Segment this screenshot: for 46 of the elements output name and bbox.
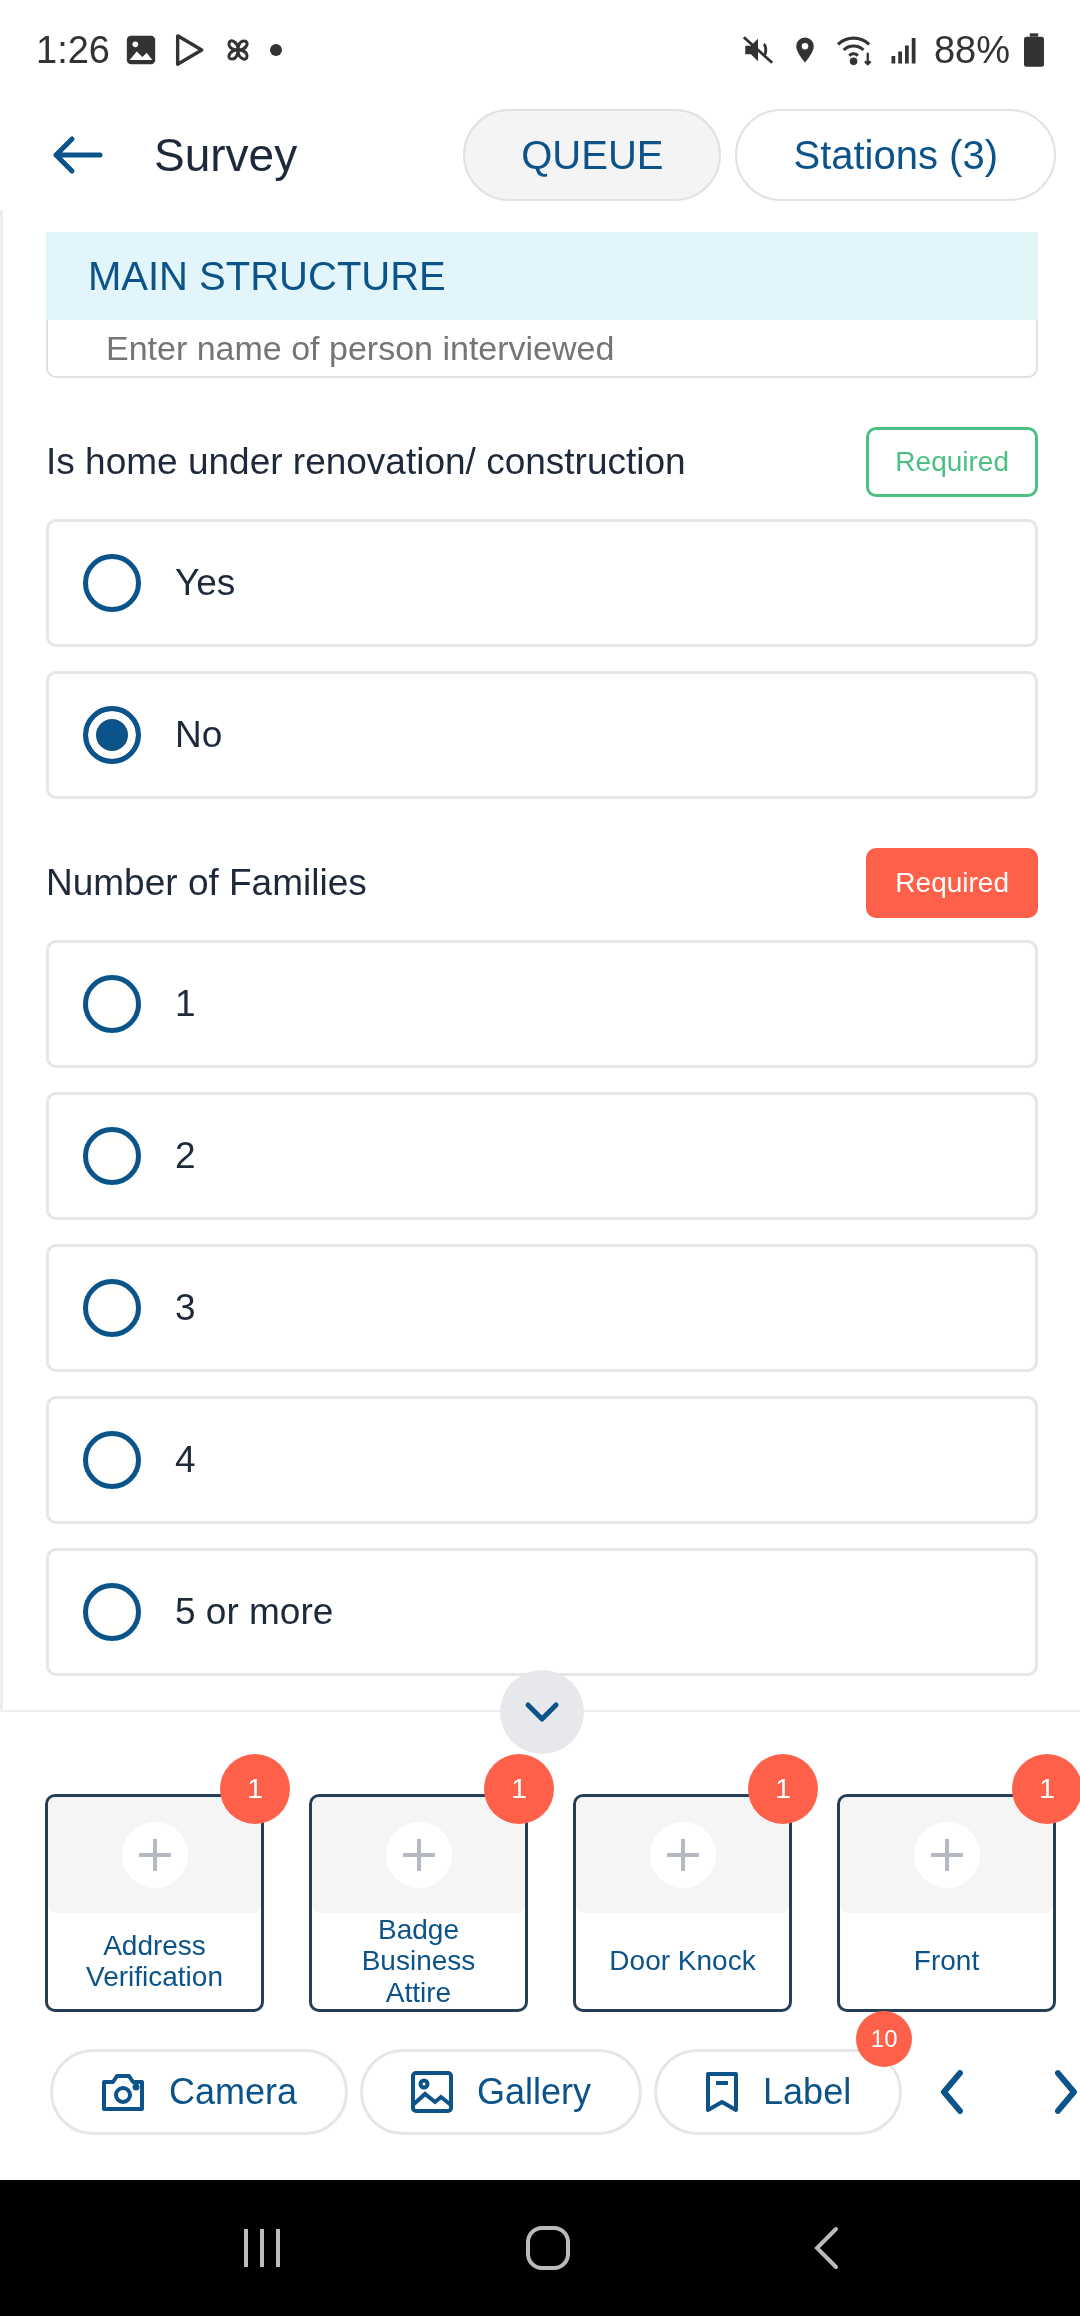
- action-button[interactable]: Gallery: [360, 2049, 643, 2135]
- question-label: Is home under renovation/ construction: [46, 441, 686, 483]
- section-header: MAIN STRUCTURE: [46, 232, 1038, 320]
- image-icon: [411, 2071, 454, 2113]
- count-badge: 10: [856, 2011, 913, 2067]
- next-icon[interactable]: [1052, 2069, 1080, 2115]
- back-icon[interactable]: [52, 135, 104, 175]
- battery-icon: [1024, 33, 1044, 67]
- option-row[interactable]: 4: [46, 1396, 1038, 1524]
- input-field[interactable]: Enter name of person interviewed: [46, 320, 1038, 378]
- option-row[interactable]: 3: [46, 1244, 1038, 1372]
- action-button[interactable]: Label: [654, 2049, 903, 2135]
- bookmark-icon: [705, 2071, 740, 2113]
- required-badge: Required: [866, 848, 1038, 918]
- option-row[interactable]: 5 or more: [46, 1548, 1038, 1676]
- action-button[interactable]: Camera: [50, 2049, 349, 2135]
- radio-button[interactable]: [83, 706, 141, 764]
- clock: 1:26: [36, 28, 110, 72]
- count-badge: 1: [220, 1754, 290, 1824]
- option-row[interactable]: Yes: [46, 519, 1038, 647]
- option-row[interactable]: 1: [46, 940, 1038, 1068]
- header-button[interactable]: QUEUE: [463, 109, 722, 201]
- required-badge: Required: [866, 427, 1038, 497]
- photo-slot-label: Front: [913, 1945, 980, 1977]
- count-badge: 1: [484, 1754, 554, 1824]
- home-icon[interactable]: [525, 2225, 571, 2271]
- camera-icon: [101, 2072, 145, 2112]
- header-button[interactable]: Stations (3): [735, 109, 1056, 201]
- radio-button[interactable]: [83, 975, 141, 1033]
- radio-button[interactable]: [83, 1127, 141, 1185]
- option-row[interactable]: 2: [46, 1092, 1038, 1220]
- count-badge: 1: [1012, 1754, 1080, 1824]
- count-badge: 1: [748, 1754, 818, 1824]
- photo-slot-label: Door Knock: [609, 1945, 756, 1977]
- question-label: Number of Families: [46, 862, 367, 904]
- radio-button[interactable]: [83, 554, 141, 612]
- screen-title: Survey: [154, 128, 299, 182]
- photo-slot-label: Badge Business Attire: [360, 1913, 477, 2009]
- battery-level: 88%: [933, 28, 1010, 72]
- dot-icon: [269, 44, 282, 56]
- radio-button[interactable]: [83, 1279, 141, 1337]
- radio-button[interactable]: [83, 1583, 141, 1641]
- radio-button[interactable]: [83, 1431, 141, 1489]
- chevron-down-icon: [524, 1701, 560, 1723]
- photo-slot-label: Address Verification: [85, 1929, 224, 1993]
- option-row[interactable]: No: [46, 671, 1038, 799]
